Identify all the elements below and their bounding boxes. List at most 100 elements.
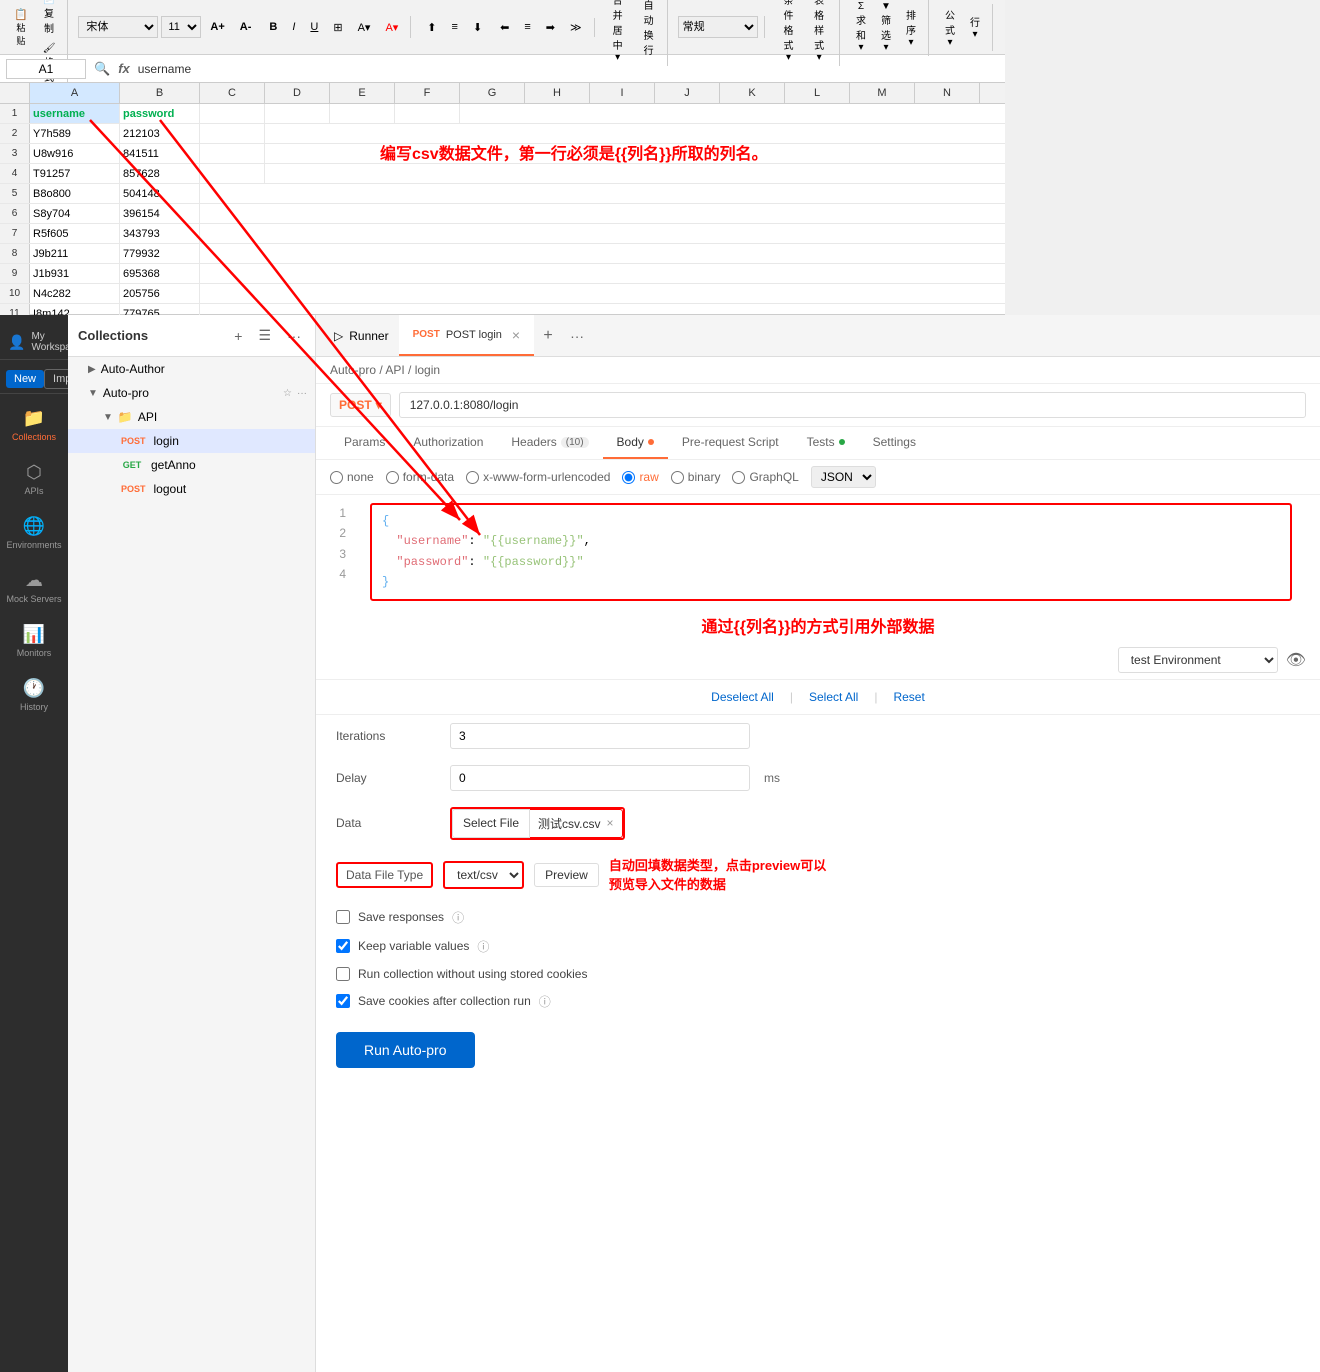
cell-b3[interactable]: 841511: [120, 144, 200, 163]
sum-btn[interactable]: Σ 求和 ▾: [850, 0, 872, 56]
body-urlencoded[interactable]: x-www-form-urlencoded: [466, 470, 610, 484]
sidebar-item-mock-servers[interactable]: ☁ Mock Servers: [0, 560, 68, 614]
number-format-select[interactable]: 常规: [678, 16, 758, 38]
cell-a2[interactable]: Y7h589: [30, 124, 120, 143]
data-type-select[interactable]: text/csv: [443, 861, 524, 889]
run-collection-btn[interactable]: Run Auto-pro: [336, 1032, 475, 1068]
col-header-c[interactable]: C: [200, 83, 265, 103]
align-middle-btn[interactable]: ≡: [446, 18, 464, 36]
save-cookies-checkbox[interactable]: [336, 994, 350, 1008]
cell-a6[interactable]: S8y704: [30, 204, 120, 223]
col-header-l[interactable]: L: [785, 83, 850, 103]
environment-select[interactable]: test Environment: [1118, 647, 1278, 673]
cell-c3[interactable]: [200, 144, 265, 163]
body-graphql[interactable]: GraphQL: [732, 470, 798, 484]
extra-btn[interactable]: 行▾: [964, 11, 986, 43]
cell-a10[interactable]: N4c282: [30, 284, 120, 303]
decrease-font-btn[interactable]: A-: [234, 18, 258, 36]
cell-reference[interactable]: [6, 59, 86, 79]
col-header-f[interactable]: F: [395, 83, 460, 103]
cell-b8[interactable]: 779932: [120, 244, 200, 263]
tree-item-auto-pro[interactable]: ▼ Auto-pro ☆ ···: [68, 381, 315, 405]
cell-a4[interactable]: T91257: [30, 164, 120, 183]
save-responses-checkbox[interactable]: [336, 910, 350, 924]
cell-b4[interactable]: 857628: [120, 164, 200, 183]
keep-variable-info-icon[interactable]: ⓘ: [477, 938, 489, 955]
body-none[interactable]: none: [330, 470, 374, 484]
font-size-select[interactable]: 11: [161, 16, 201, 38]
tab-headers[interactable]: Headers (10): [497, 427, 602, 459]
select-file-btn[interactable]: Select File: [452, 809, 530, 838]
tree-item-api-folder[interactable]: ▼ 📁 API: [68, 405, 315, 429]
delay-input[interactable]: [450, 765, 750, 791]
json-code-box[interactable]: { "username": "{{username}}", "password"…: [370, 503, 1292, 601]
merge-btn[interactable]: 合并居中 ▾: [605, 0, 631, 66]
sidebar-item-monitors[interactable]: 📊 Monitors: [0, 614, 68, 668]
add-tab-btn[interactable]: +: [534, 322, 562, 350]
cell-b5[interactable]: 504148: [120, 184, 200, 203]
increase-font-btn[interactable]: A+: [204, 18, 230, 36]
italic-btn[interactable]: I: [286, 18, 301, 36]
body-form-data[interactable]: form-data: [386, 470, 454, 484]
sort-btn[interactable]: 排序 ▾: [900, 4, 922, 51]
select-all-link[interactable]: Select All: [809, 690, 858, 704]
save-cookies-info-icon[interactable]: ⓘ: [539, 993, 551, 1010]
cell-a1[interactable]: username: [30, 104, 120, 123]
tab-pre-request[interactable]: Pre-request Script: [668, 427, 793, 459]
font-select[interactable]: 宋体: [78, 16, 158, 38]
tab-body[interactable]: Body: [603, 427, 668, 459]
preview-btn[interactable]: Preview: [534, 863, 599, 887]
cell-a8[interactable]: J9b211: [30, 244, 120, 263]
tree-item-auto-author[interactable]: ▶ Auto-Author: [68, 357, 315, 381]
align-bottom-btn[interactable]: ⬇: [467, 18, 488, 37]
col-header-a[interactable]: A: [30, 83, 120, 103]
tab-settings[interactable]: Settings: [859, 427, 930, 459]
tab-close-btn[interactable]: ×: [512, 327, 520, 343]
fill-color-btn[interactable]: A▾: [352, 18, 377, 37]
run-without-cookies-checkbox[interactable]: [336, 967, 350, 981]
body-format-select[interactable]: JSON: [811, 466, 876, 488]
filter-btn[interactable]: ▼ 筛选 ▾: [875, 0, 897, 56]
tree-item-login[interactable]: POST login: [68, 429, 315, 453]
sidebar-item-apis[interactable]: ⬡ APIs: [0, 452, 68, 506]
col-header-o[interactable]: O: [980, 83, 1005, 103]
align-top-btn[interactable]: ⬆: [421, 18, 442, 37]
indent-btn[interactable]: ≫: [564, 18, 588, 37]
copy-btn[interactable]: 📄 复制: [37, 0, 62, 38]
tab-overflow-btn[interactable]: ···: [562, 328, 592, 344]
body-form-data-radio[interactable]: [386, 471, 399, 484]
sidebar-item-environments[interactable]: 🌐 Environments: [0, 506, 68, 560]
col-header-h[interactable]: H: [525, 83, 590, 103]
body-graphql-radio[interactable]: [732, 471, 745, 484]
wrap-btn[interactable]: 自动换行: [637, 0, 661, 60]
body-binary-radio[interactable]: [671, 471, 684, 484]
cell-c1[interactable]: [200, 104, 265, 123]
cell-c2[interactable]: [200, 124, 265, 143]
cell-b10[interactable]: 205756: [120, 284, 200, 303]
keep-variable-checkbox[interactable]: [336, 939, 350, 953]
col-header-n[interactable]: N: [915, 83, 980, 103]
url-input[interactable]: [399, 392, 1306, 418]
collection-menu-btn[interactable]: ☰: [254, 325, 275, 346]
tab-authorization[interactable]: Authorization: [399, 427, 497, 459]
cell-e1[interactable]: [330, 104, 395, 123]
sidebar-item-history[interactable]: 🕐 History: [0, 668, 68, 722]
body-binary[interactable]: binary: [671, 470, 721, 484]
cell-b7[interactable]: 343793: [120, 224, 200, 243]
cell-c4[interactable]: [200, 164, 265, 183]
body-raw[interactable]: raw: [622, 470, 658, 484]
file-remove-btn[interactable]: ×: [606, 816, 613, 830]
col-header-i[interactable]: I: [590, 83, 655, 103]
align-right-btn[interactable]: ➡: [540, 18, 561, 37]
save-responses-info-icon[interactable]: ⓘ: [452, 909, 464, 926]
conditional-format-btn[interactable]: 条件格式 ▾: [775, 0, 803, 66]
cell-a3[interactable]: U8w916: [30, 144, 120, 163]
cell-b1[interactable]: password: [120, 104, 200, 123]
underline-btn[interactable]: U: [304, 18, 324, 36]
cell-b9[interactable]: 695368: [120, 264, 200, 283]
col-header-d[interactable]: D: [265, 83, 330, 103]
sidebar-item-collections[interactable]: 📁 Collections: [0, 398, 68, 452]
cell-f1[interactable]: [395, 104, 460, 123]
tab-tests[interactable]: Tests: [793, 427, 859, 459]
eye-icon[interactable]: 👁: [1286, 650, 1306, 670]
